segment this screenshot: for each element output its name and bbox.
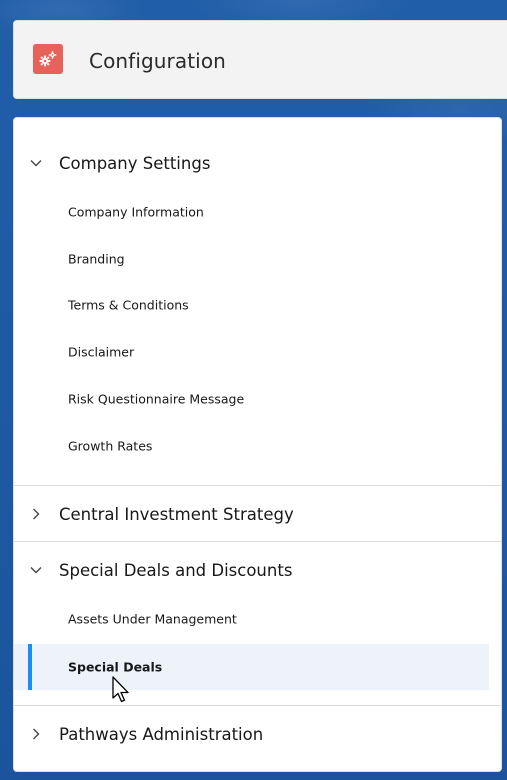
menu-item-label: Risk Questionnaire Message [68, 391, 245, 407]
active-indicator [28, 644, 32, 690]
section-divider [14, 541, 501, 542]
chevron-right-icon [33, 508, 40, 520]
chevron-down-icon [30, 567, 42, 574]
menu-item-risk-questionnaire-message[interactable]: Risk Questionnaire Message [14, 379, 501, 419]
section-central-investment-strategy[interactable]: Central Investment Strategy [14, 487, 501, 541]
menu-item-label: Special Deals [68, 659, 163, 675]
menu-item-label: Branding [68, 251, 125, 267]
section-label: Pathways Administration [59, 724, 264, 744]
section-label: Company Settings [59, 153, 211, 173]
menu-item-disclaimer[interactable]: Disclaimer [14, 332, 501, 372]
page-header: Configuration [13, 20, 507, 99]
section-label: Special Deals and Discounts [59, 560, 293, 580]
gears-icon [33, 44, 63, 74]
page-title: Configuration [89, 49, 226, 73]
chevron-down-icon [30, 160, 42, 167]
menu-item-terms-conditions[interactable]: Terms & Conditions [14, 285, 501, 325]
chevron-right-icon [33, 728, 40, 740]
section-divider [14, 485, 501, 486]
menu-item-growth-rates[interactable]: Growth Rates [14, 426, 501, 466]
settings-menu: Company Settings Company Information Bra… [13, 117, 502, 772]
menu-item-label: Assets Under Management [68, 611, 237, 627]
section-pathways-administration[interactable]: Pathways Administration [14, 707, 501, 761]
menu-item-label: Terms & Conditions [68, 297, 189, 313]
section-divider [14, 705, 501, 706]
menu-item-label: Disclaimer [68, 344, 135, 360]
menu-item-branding[interactable]: Branding [14, 239, 501, 279]
menu-item-label: Growth Rates [68, 438, 153, 454]
menu-item-company-information[interactable]: Company Information [14, 192, 501, 232]
section-label: Central Investment Strategy [59, 504, 294, 524]
section-company-settings[interactable]: Company Settings [14, 136, 501, 190]
menu-item-special-deals[interactable]: Special Deals [14, 644, 489, 690]
menu-item-assets-under-management[interactable]: Assets Under Management [14, 599, 501, 639]
section-special-deals-and-discounts[interactable]: Special Deals and Discounts [14, 543, 501, 597]
menu-item-label: Company Information [68, 204, 204, 220]
